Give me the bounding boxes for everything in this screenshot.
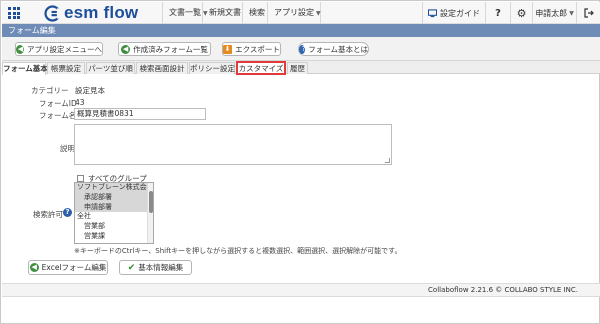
chevron-down-icon: ▼ <box>316 10 321 17</box>
page-title: フォーム編集 <box>8 26 56 35</box>
tab-policy-settings[interactable]: ポリシー設定 <box>189 62 235 74</box>
app-window: esm flow 文書一覧 ▼ 新規文書 検索 アプリ設定 ▼ 設定ガイド ? … <box>0 0 600 324</box>
group-option[interactable]: 営業課 <box>75 232 153 242</box>
group-option[interactable]: 全社 <box>75 212 153 222</box>
logout-button[interactable] <box>576 2 600 24</box>
chevron-down-icon: ▼ <box>569 9 574 17</box>
logo-text: esm flow <box>64 3 139 22</box>
group-listbox[interactable]: ソフトブレーン株式会社 承認部署 申請部署 全社 営業部 営業課 <box>74 182 154 244</box>
help-button[interactable]: ? <box>485 2 510 24</box>
form-list-button[interactable]: ◀ 作成済みフォーム一覧 <box>118 42 211 56</box>
all-groups-checkbox[interactable] <box>77 175 84 182</box>
category-value: 設定見本 <box>75 86 105 95</box>
group-option[interactable]: 営業部 <box>75 222 153 232</box>
page-title-bar: フォーム編集 <box>2 24 600 37</box>
form-name-label: フォーム名 <box>39 111 77 120</box>
back-arrow-icon: ◀ <box>16 44 24 54</box>
description-textarea[interactable] <box>74 124 392 165</box>
selection-note: ※キーボードのCtrlキー、Shiftキーを押しながら選択すると複数選択、範囲選… <box>74 247 402 255</box>
user-menu[interactable]: 申請太郎 ▼ <box>532 2 576 24</box>
logo-mark-icon <box>44 4 61 22</box>
header-right: 設定ガイド ? ⚙ 申請太郎 ▼ <box>422 2 600 24</box>
tab-form-basic[interactable]: フォーム基本 <box>2 62 48 75</box>
toolbar: ◀ アプリ設定メニューへ ◀ 作成済みフォーム一覧 ⬇ エクスポート ? フォー… <box>2 37 600 61</box>
checkmark-icon: ✔ <box>127 262 136 273</box>
back-arrow-icon: ◀ <box>29 263 39 272</box>
excel-form-edit-button[interactable]: ◀ Excelフォーム編集 <box>28 260 108 275</box>
menu-new-document[interactable]: 新規文書 <box>202 2 242 24</box>
gear-icon: ⚙ <box>516 6 527 20</box>
tab-customize[interactable]: カスタマイズ <box>236 61 286 75</box>
resize-handle[interactable] <box>385 158 390 163</box>
download-icon: ⬇ <box>223 44 233 54</box>
app-grid-icon[interactable] <box>8 7 20 19</box>
scrollbar-thumb[interactable] <box>149 191 153 213</box>
form-name-input[interactable]: 概算見積書0831 <box>74 108 206 120</box>
gear-button[interactable]: ⚙ <box>510 2 532 24</box>
main-menu: 文書一覧 ▼ 新規文書 検索 アプリ設定 ▼ <box>162 2 321 24</box>
footer: Collaboflow 2.21.6 © COLLABO STYLE INC. <box>2 283 600 297</box>
tab-history[interactable]: 履歴 <box>287 62 308 74</box>
listbox-scrollbar[interactable] <box>147 183 153 243</box>
search-permission-label: 検索許可 <box>33 210 63 219</box>
tab-parts-order[interactable]: パーツ並び順 <box>86 62 135 74</box>
menu-search[interactable]: 検索 <box>242 2 267 24</box>
basic-info-edit-button[interactable]: ✔ 基本情報編集 <box>119 260 192 275</box>
top-navigation: esm flow 文書一覧 ▼ 新規文書 検索 アプリ設定 ▼ 設定ガイド ? … <box>2 2 600 24</box>
group-option[interactable]: 申請部署 <box>75 202 153 213</box>
back-to-app-settings-button[interactable]: ◀ アプリ設定メニューへ <box>15 42 103 56</box>
group-option[interactable]: 承認部署 <box>75 192 153 203</box>
footer-copyright: Collaboflow 2.21.6 © COLLABO STYLE INC. <box>428 286 578 294</box>
description-label: 説明 <box>60 144 75 153</box>
logo[interactable]: esm flow <box>44 3 138 23</box>
tab-search-design[interactable]: 検索画面設計 <box>136 62 188 74</box>
category-label: カテゴリー <box>31 86 69 95</box>
group-option[interactable]: ソフトブレーン株式会社 <box>75 183 153 193</box>
monitor-icon <box>428 8 437 17</box>
export-button[interactable]: ⬇ エクスポート <box>222 42 281 56</box>
menu-document-list[interactable]: 文書一覧 ▼ <box>162 2 208 24</box>
settings-guide-button[interactable]: 設定ガイド <box>422 2 485 24</box>
form-id-label: フォームID <box>39 99 77 108</box>
about-form-basic-button[interactable]: ? フォーム基本とは <box>298 42 369 56</box>
tab-bar: フォーム基本 帳票設定 パーツ並び順 検索画面設計 ポリシー設定 カスタマイズ … <box>2 61 600 75</box>
form-id-value: 43 <box>75 98 85 107</box>
tab-sheet-settings[interactable]: 帳票設定 <box>47 62 85 74</box>
question-icon[interactable]: ? <box>63 208 72 217</box>
question-icon: ? <box>299 44 305 54</box>
logout-icon <box>583 8 594 18</box>
back-arrow-icon: ◀ <box>121 44 131 54</box>
menu-app-settings[interactable]: アプリ設定 ▼ <box>267 2 321 24</box>
